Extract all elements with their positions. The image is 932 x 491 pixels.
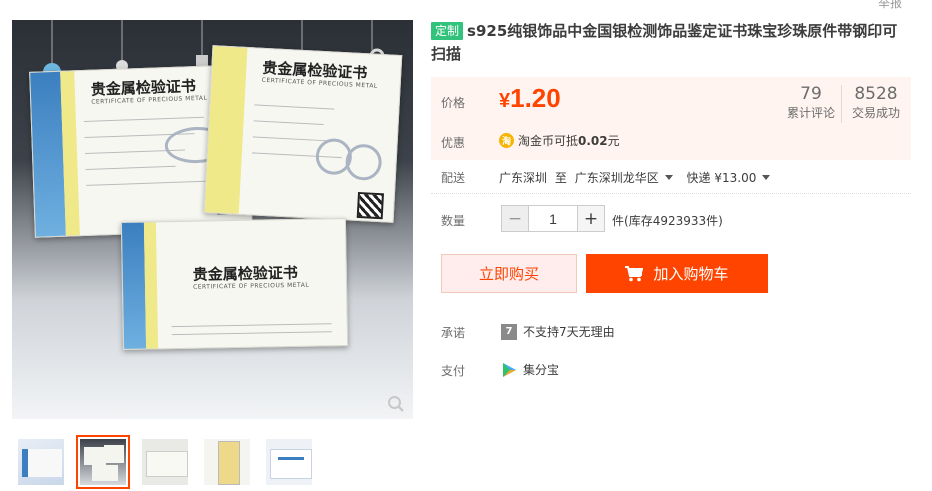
add-to-cart-button[interactable]: 加入购物车 [586,254,768,293]
qr-code [356,191,385,220]
price-label: 价格 [441,96,466,110]
product-title: 定制 s925纯银饰品中金国银检测饰品鉴定证书珠宝珍珠原件带钢印可扫描 [431,20,911,66]
price-value: ¥1.20 [499,83,561,113]
service-label: 承诺 [441,326,466,340]
review-count[interactable]: 79 累计评论 [783,83,839,121]
certificate-card-2: 贵金属检验证书 CERTIFICATE OF PRECIOUS METAL [203,45,403,223]
payment-label: 支付 [441,364,466,378]
zoom-icon[interactable] [387,395,405,413]
price-panel: 价格 ¥1.20 79 累计评论 8528 交易成功 优惠 淘 淘金币可抵 0.0… [431,77,911,160]
thumbnail-4[interactable] [200,435,254,489]
jifenbao-icon [503,362,516,377]
thumbnail-5[interactable] [262,435,316,489]
product-page: 举报 贵金属检验证书 CERTIFICATE OF PRECIOUS METAL [0,0,932,491]
certificate-card-3: 贵金属检验证书 CERTIFICATE OF PRECIOUS METAL [120,218,349,350]
card-subtitle: CERTIFICATE OF PRECIOUS METAL [192,281,310,291]
quantity-input[interactable] [528,206,578,231]
cart-icon [625,265,644,281]
destination-select[interactable]: 广东深圳龙华区 [575,171,673,185]
service-row: 承诺 7 不支持7天无理由 [441,323,615,340]
promo-info: 淘 淘金币可抵 0.02 元 [499,132,620,149]
custom-tag: 定制 [431,22,464,40]
taobao-coin-icon: 淘 [499,133,514,148]
shipping-method-select[interactable]: 快递 ¥13.00 [687,171,771,185]
promo-label: 优惠 [441,136,466,150]
chevron-down-icon [762,175,771,180]
report-link[interactable]: 举报 [878,0,902,11]
sales-count: 8528 交易成功 [851,84,900,120]
thumbnail-3[interactable] [138,435,192,489]
thumbnail-1[interactable] [14,435,68,489]
shipping-row: 配送 广东深圳 至 广东深圳龙华区 快递 ¥13.00 [431,160,911,194]
quantity-row: 数量 − + 件(库存4923933件) [431,205,911,235]
thumbnail-2[interactable] [76,435,130,489]
ring-image [344,143,383,182]
buy-now-button[interactable]: 立即购买 [441,254,577,293]
shipping-label: 配送 [441,171,466,185]
ship-from: 广东深圳 [499,171,548,185]
main-product-image[interactable]: 贵金属检验证书 CERTIFICATE OF PRECIOUS METAL 贵金… [12,20,413,419]
decrease-button[interactable]: − [502,206,528,231]
increase-button[interactable]: + [578,206,604,231]
chevron-down-icon [664,175,673,180]
payment-row: 支付 集分宝 [441,362,560,378]
quantity-label: 数量 [441,214,466,228]
seven-day-icon: 7 [501,323,517,340]
quantity-stepper: − + [501,205,605,232]
product-title-text: s925纯银饰品中金国银检测饰品鉴定证书珠宝珍珠原件带钢印可扫描 [431,22,898,63]
stock-info: 件(库存4923933件) [612,214,723,228]
